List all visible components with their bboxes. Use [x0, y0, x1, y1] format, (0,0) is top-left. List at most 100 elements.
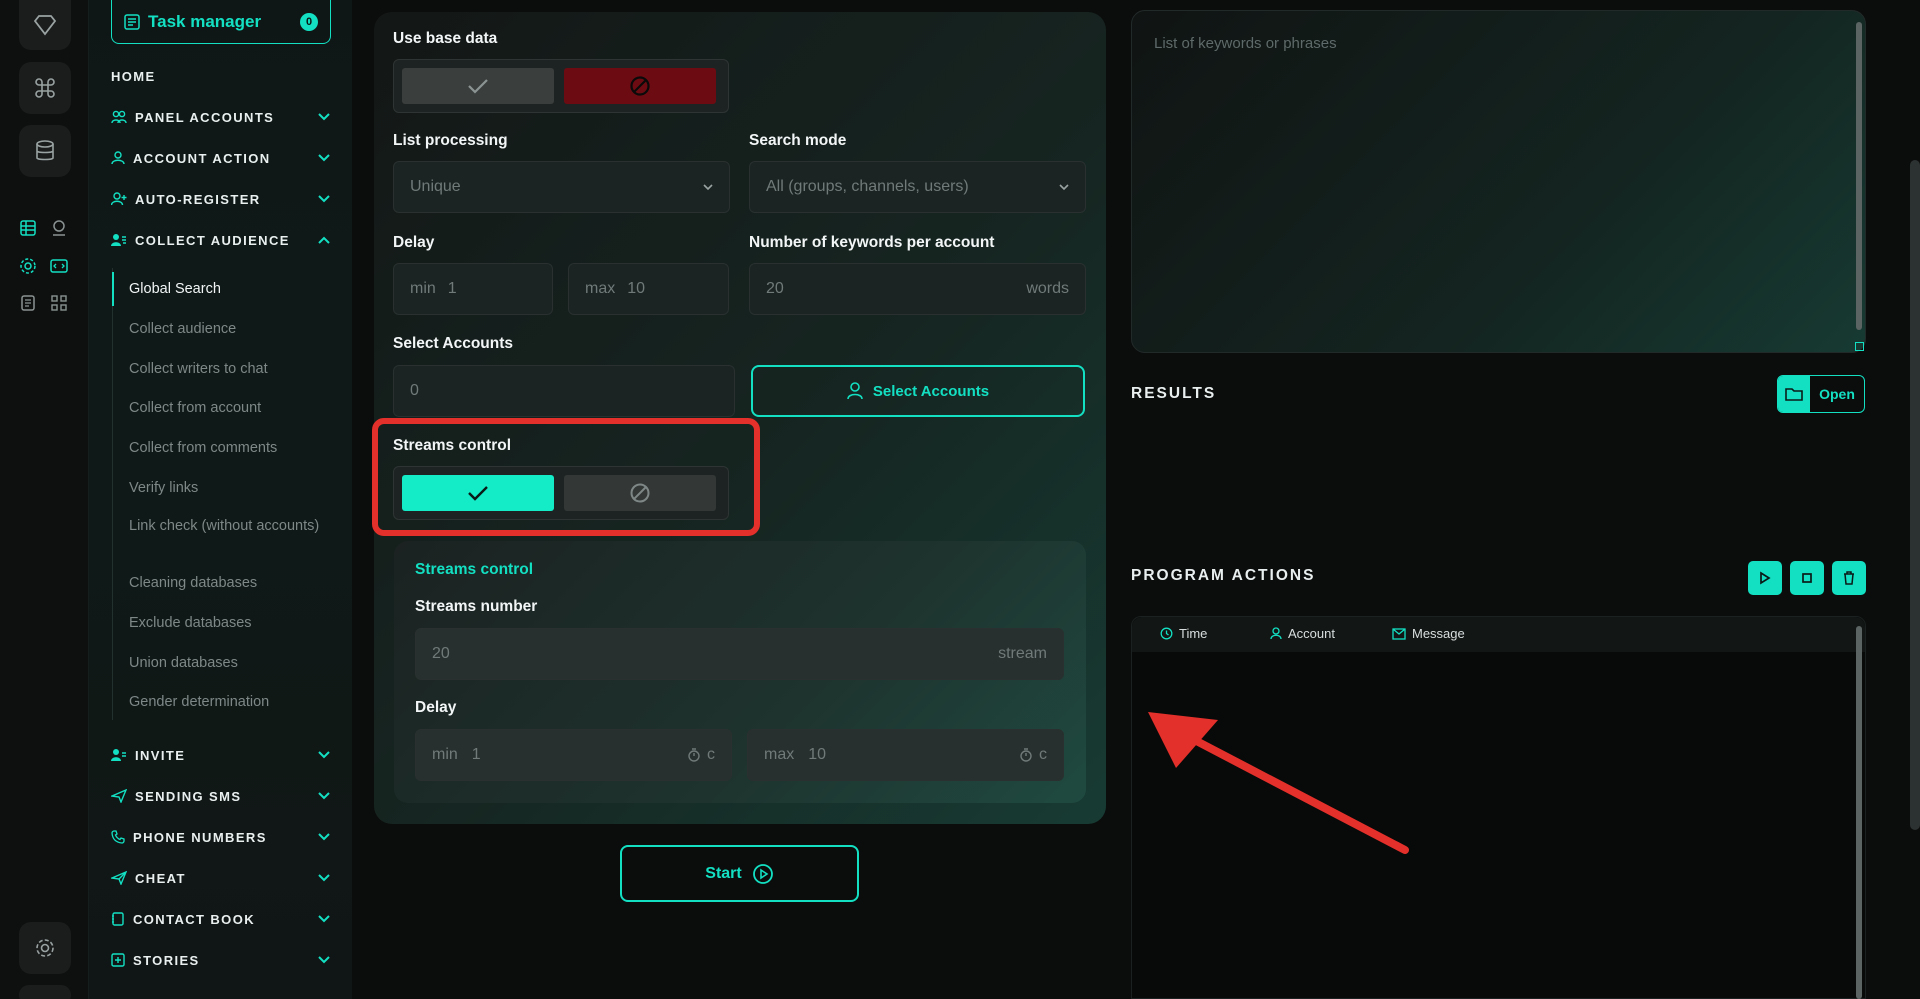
mail-icon — [1392, 627, 1406, 640]
nav-contact-book-label: CONTACT BOOK — [133, 911, 255, 927]
streams-delay-max-value: 10 — [808, 746, 827, 763]
check-icon — [468, 79, 488, 94]
delay-max-input[interactable]: max 10 — [568, 263, 729, 315]
book-icon — [112, 912, 124, 926]
start-button-label: Start — [705, 864, 742, 882]
nav-contact-book[interactable]: CONTACT BOOK — [111, 907, 331, 931]
subnav-collect-audience[interactable]: Collect audience — [112, 312, 332, 346]
open-button-label: Open — [1819, 386, 1855, 402]
gear-icon[interactable] — [17, 255, 39, 277]
play-button[interactable] — [1748, 561, 1782, 595]
log-scrollbar[interactable] — [1856, 626, 1862, 999]
page-scrollbar[interactable] — [1910, 160, 1920, 830]
task-manager-button[interactable]: Task manager 0 — [111, 0, 331, 44]
streams-delay-min-value: 1 — [471, 746, 481, 763]
nav-stories[interactable]: STORIES — [111, 948, 331, 972]
task-list-icon — [124, 13, 140, 30]
use-base-data-no[interactable] — [564, 68, 716, 104]
user-icon — [847, 382, 863, 400]
code-window-icon[interactable] — [48, 255, 70, 277]
settings-icon[interactable] — [19, 922, 71, 974]
list-icon[interactable] — [17, 292, 39, 314]
subnav-exclude-databases[interactable]: Exclude databases — [112, 606, 332, 640]
select-accounts-button-label: Select Accounts — [872, 382, 990, 400]
subnav-link-check[interactable]: Link check (without accounts) — [112, 515, 332, 555]
search-mode-select[interactable]: All (groups, channels, users) — [749, 161, 1086, 213]
subnav-gender-determination[interactable]: Gender determination — [112, 685, 332, 719]
streams-delay-max-prefix: max — [764, 746, 795, 763]
nav-invite[interactable]: INVITE — [111, 743, 331, 767]
subnav-cleaning-databases[interactable]: Cleaning databases — [112, 566, 332, 600]
resize-handle-icon[interactable] — [1855, 342, 1864, 351]
sidebar: Task manager 0 HOME PANEL ACCOUNTS ACCOU… — [88, 0, 352, 999]
chevron-down-icon — [317, 110, 331, 124]
log-col-time[interactable]: Time — [1160, 626, 1207, 641]
clear-button[interactable] — [1832, 561, 1866, 595]
nav-phone-numbers[interactable]: PHONE NUMBERS — [111, 825, 331, 849]
log-col-account[interactable]: Account — [1270, 626, 1335, 641]
log-col-time-label: Time — [1179, 626, 1208, 641]
delay-max-value: 10 — [627, 280, 646, 297]
stop-button[interactable] — [1790, 561, 1824, 595]
list-processing-select[interactable]: Unique — [393, 161, 730, 213]
log-col-message[interactable]: Message — [1392, 626, 1465, 641]
clock-icon — [1160, 627, 1173, 640]
database-icon[interactable] — [19, 125, 71, 177]
select-accounts-button[interactable]: Select Accounts — [751, 365, 1085, 417]
apps-icon[interactable] — [48, 292, 70, 314]
chevron-down-icon — [317, 871, 331, 885]
nav-sending-sms-label: SENDING SMS — [135, 788, 242, 804]
subnav-collect-writers[interactable]: Collect writers to chat — [112, 352, 332, 386]
streams-number-input[interactable]: 20 stream — [415, 628, 1064, 680]
search-mode-value: All (groups, channels, users) — [766, 178, 969, 195]
nav-home[interactable]: HOME — [111, 64, 331, 88]
select-accounts-input[interactable]: 0 — [393, 365, 735, 417]
streams-delay-max-input[interactable]: max 10 c — [747, 729, 1064, 781]
diamond-icon[interactable] — [19, 0, 71, 50]
keywords-scrollbar[interactable] — [1856, 22, 1862, 330]
nav-panel-accounts[interactable]: PANEL ACCOUNTS — [111, 105, 331, 129]
user-pin-icon[interactable] — [48, 217, 70, 239]
nav-cheat[interactable]: CHEAT — [111, 866, 331, 890]
play-icon — [1760, 571, 1771, 585]
subnav-collect-from-account[interactable]: Collect from account — [112, 391, 332, 425]
delay-max-prefix: max — [585, 280, 616, 297]
log-col-account-label: Account — [1288, 626, 1335, 641]
log-header: Time Account Message — [1132, 617, 1865, 652]
trash-icon — [1844, 571, 1854, 585]
list-processing-label: List processing — [393, 132, 508, 149]
table-icon[interactable] — [17, 217, 39, 239]
keywords-per-account-input[interactable]: 20 words — [749, 263, 1086, 315]
nav-sending-sms[interactable]: SENDING SMS — [111, 784, 331, 808]
nav-panel-accounts-label: PANEL ACCOUNTS — [135, 109, 275, 125]
subnav-union-databases[interactable]: Union databases — [112, 646, 332, 680]
rail-bottom-button[interactable] — [19, 985, 71, 999]
subnav-global-search[interactable]: Global Search — [112, 272, 332, 306]
stop-icon — [1802, 573, 1812, 583]
chevron-down-icon — [317, 830, 331, 844]
keywords-unit: words — [1026, 280, 1069, 297]
subnav-verify-links[interactable]: Verify links — [112, 471, 332, 505]
nav-collect-audience[interactable]: COLLECT AUDIENCE — [111, 228, 331, 252]
use-base-data-yes[interactable] — [402, 68, 554, 104]
nav-account-action[interactable]: ACCOUNT ACTION — [111, 146, 331, 170]
task-manager-label: Task manager — [148, 11, 262, 31]
streams-delay-min-prefix: min — [432, 746, 458, 763]
streams-delay-min-input[interactable]: min 1 c — [415, 729, 732, 781]
search-mode-label: Search mode — [749, 132, 847, 149]
open-results-button[interactable]: Open — [1777, 375, 1865, 413]
chevron-down-icon — [317, 789, 331, 803]
nav-collect-audience-label: COLLECT AUDIENCE — [135, 232, 290, 248]
delay-min-value: 1 — [447, 280, 457, 297]
keywords-textarea[interactable]: List of keywords or phrases — [1131, 10, 1866, 353]
results-title: RESULTS — [1131, 385, 1217, 402]
subnav-collect-from-comments[interactable]: Collect from comments — [112, 431, 332, 465]
nav-home-label: HOME — [111, 68, 156, 84]
nav-account-action-label: ACCOUNT ACTION — [133, 150, 271, 166]
plus-square-icon — [111, 953, 125, 967]
command-icon[interactable] — [19, 62, 71, 114]
nav-auto-register[interactable]: AUTO-REGISTER — [111, 187, 331, 211]
delay-min-input[interactable]: min 1 — [393, 263, 553, 315]
select-accounts-value: 0 — [410, 382, 419, 399]
start-button[interactable]: Start — [620, 845, 859, 902]
